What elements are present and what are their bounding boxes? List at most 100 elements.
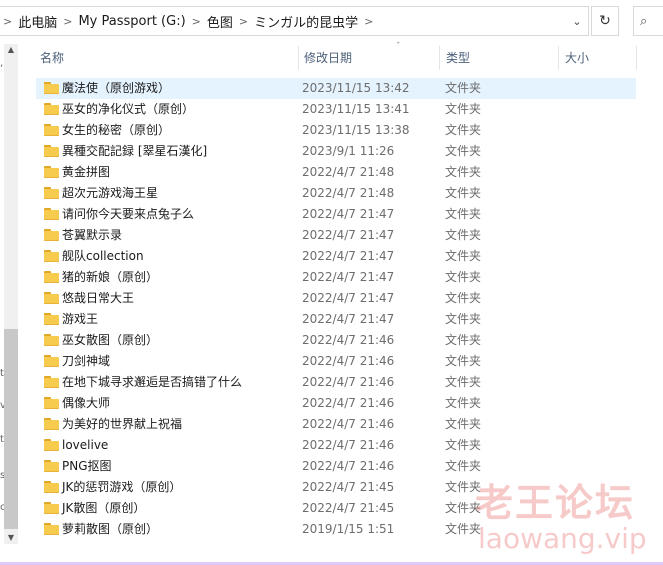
file-type: 文件夹: [445, 165, 482, 179]
address-bar[interactable]: > 此电脑 > My Passport (G:) > 色图 > ミンガル的昆虫学…: [0, 6, 589, 36]
file-type: 文件夹: [445, 396, 482, 410]
file-row[interactable]: 魔法使（原创游戏） 2023/11/15 13:42 文件夹: [36, 78, 636, 99]
file-name: 刀剑神域: [62, 354, 111, 368]
file-name: lovelive: [62, 438, 109, 452]
file-row[interactable]: 巫女散图（原创） 2022/4/7 21:46 文件夹: [36, 330, 636, 351]
file-type: 文件夹: [445, 102, 482, 116]
file-name: 巫女的净化仪式（原创）: [62, 102, 195, 116]
file-type: 文件夹: [445, 186, 482, 200]
address-bar-row: > 此电脑 > My Passport (G:) > 色图 > ミンガル的昆虫学…: [0, 0, 663, 40]
column-header-size[interactable]: 大小: [559, 44, 639, 72]
file-type: 文件夹: [445, 249, 482, 263]
breadcrumb-folder-setu[interactable]: 色图: [207, 12, 233, 31]
file-date-modified: 2022/4/7 21:47: [302, 312, 395, 326]
file-type: 文件夹: [445, 228, 482, 242]
folder-icon: [44, 355, 59, 367]
watermark-logo-text: 老王论坛: [475, 481, 636, 525]
file-row[interactable]: 请问你今天要来点兔子么 2022/4/7 21:47 文件夹: [36, 204, 636, 225]
file-row[interactable]: 苍翼默示录 2022/4/7 21:47 文件夹: [36, 225, 636, 246]
file-name: PNG抠图: [62, 459, 112, 473]
file-date-modified: 2022/4/7 21:47: [302, 270, 395, 284]
file-name: 在地下城寻求邂逅是否搞错了什么: [62, 375, 243, 389]
folder-icon: [44, 187, 59, 199]
file-row[interactable]: 刀剑神域 2022/4/7 21:46 文件夹: [36, 351, 636, 372]
breadcrumb-separator[interactable]: >: [364, 15, 373, 28]
file-date-modified: 2022/4/7 21:46: [302, 396, 395, 410]
file-type: 文件夹: [445, 270, 482, 284]
breadcrumb-drive[interactable]: My Passport (G:): [78, 14, 185, 29]
scrollbar-thumb[interactable]: [4, 329, 18, 529]
folder-icon: [44, 208, 59, 220]
breadcrumb-current-folder[interactable]: ミンガル的昆虫学: [254, 12, 358, 31]
file-date-modified: 2022/4/7 21:46: [302, 333, 395, 347]
folder-icon: [44, 313, 59, 325]
file-row[interactable]: 黄金拼图 2022/4/7 21:48 文件夹: [36, 162, 636, 183]
file-date-modified: 2023/11/15 13:41: [302, 102, 410, 116]
file-row[interactable]: 異種交配記録 [翠星石漢化] 2023/9/1 11:26 文件夹: [36, 141, 636, 162]
file-date-modified: 2022/4/7 21:47: [302, 291, 395, 305]
file-date-modified: 2022/4/7 21:47: [302, 207, 395, 221]
folder-icon: [44, 250, 59, 262]
column-header-date-modified[interactable]: 修改日期: [298, 44, 439, 72]
file-list: 魔法使（原创游戏） 2023/11/15 13:42 文件夹 巫女的净化仪式（原创） 2…: [36, 78, 636, 540]
file-name: 请问你今天要来点兔子么: [62, 207, 195, 221]
folder-icon: [44, 418, 59, 430]
file-name: 黄金拼图: [62, 165, 111, 179]
file-row[interactable]: 女生的秘密（原创） 2023/11/15 13:38 文件夹: [36, 120, 636, 141]
folder-icon: [44, 124, 59, 136]
file-row[interactable]: lovelive 2022/4/7 21:46 文件夹: [36, 435, 636, 456]
search-input[interactable]: ⌕: [633, 6, 663, 36]
file-date-modified: 2023/11/15 13:38: [302, 123, 410, 137]
file-type: 文件夹: [445, 144, 482, 158]
navigation-pane-scrollbar[interactable]: ▲ ▼: [4, 44, 18, 544]
search-icon: ⌕: [640, 13, 648, 29]
file-date-modified: 2022/4/7 21:48: [302, 186, 395, 200]
file-date-modified: 2022/4/7 21:45: [302, 480, 395, 494]
file-name: 偶像大师: [62, 396, 111, 410]
scroll-up-arrow-icon[interactable]: ▲: [4, 44, 18, 56]
file-row[interactable]: 猪的新娘（原创） 2022/4/7 21:47 文件夹: [36, 267, 636, 288]
folder-icon: [44, 166, 59, 178]
file-type: 文件夹: [445, 333, 482, 347]
file-row[interactable]: 超次元游戏海王星 2022/4/7 21:48 文件夹: [36, 183, 636, 204]
file-type: 文件夹: [445, 312, 482, 326]
file-row[interactable]: 在地下城寻求邂逅是否搞错了什么 2022/4/7 21:46 文件夹: [36, 372, 636, 393]
file-name: 超次元游戏海王星: [62, 186, 159, 200]
folder-icon: [44, 523, 59, 535]
file-name: 女生的秘密（原创）: [62, 123, 171, 137]
file-date-modified: 2023/11/15 13:42: [302, 81, 410, 95]
file-name: 猪的新娘（原创）: [62, 270, 159, 284]
file-name: 悠哉日常大王: [62, 291, 135, 305]
breadcrumb-this-pc[interactable]: 此电脑: [18, 12, 57, 31]
breadcrumb-separator[interactable]: >: [239, 15, 248, 28]
folder-icon: [44, 481, 59, 493]
column-header-type[interactable]: 类型: [440, 44, 558, 72]
file-row[interactable]: 偶像大师 2022/4/7 21:46 文件夹: [36, 393, 636, 414]
folder-icon: [44, 334, 59, 346]
column-divider[interactable]: [636, 46, 637, 70]
column-header-name[interactable]: 名称: [34, 44, 298, 72]
address-history-dropdown-icon[interactable]: ⌄: [568, 13, 586, 31]
file-type: 文件夹: [445, 81, 482, 95]
folder-icon: [44, 502, 59, 514]
column-header-row: 名称 ˇ 修改日期 类型 大小: [34, 42, 663, 72]
file-name: JK的惩罚游戏（原创）: [62, 480, 182, 494]
refresh-button[interactable]: ↻: [591, 6, 619, 36]
file-date-modified: 2022/4/7 21:48: [302, 165, 395, 179]
file-row[interactable]: 悠哉日常大王 2022/4/7 21:47 文件夹: [36, 288, 636, 309]
folder-icon: [44, 397, 59, 409]
file-date-modified: 2022/4/7 21:46: [302, 375, 395, 389]
file-type: 文件夹: [445, 417, 482, 431]
folder-icon: [44, 439, 59, 451]
breadcrumb-separator[interactable]: >: [192, 15, 201, 28]
file-type: 文件夹: [445, 291, 482, 305]
file-row[interactable]: 游戏王 2022/4/7 21:47 文件夹: [36, 309, 636, 330]
breadcrumb-separator[interactable]: >: [63, 15, 72, 28]
scroll-down-arrow-icon[interactable]: ▼: [4, 532, 18, 544]
breadcrumb-separator[interactable]: >: [3, 15, 12, 28]
file-type: 文件夹: [445, 123, 482, 137]
file-row[interactable]: 巫女的净化仪式（原创） 2023/11/15 13:41 文件夹: [36, 99, 636, 120]
file-date-modified: 2023/9/1 11:26: [302, 144, 395, 158]
file-row[interactable]: 为美好的世界献上祝福 2022/4/7 21:46 文件夹: [36, 414, 636, 435]
file-row[interactable]: 舰队collection 2022/4/7 21:47 文件夹: [36, 246, 636, 267]
